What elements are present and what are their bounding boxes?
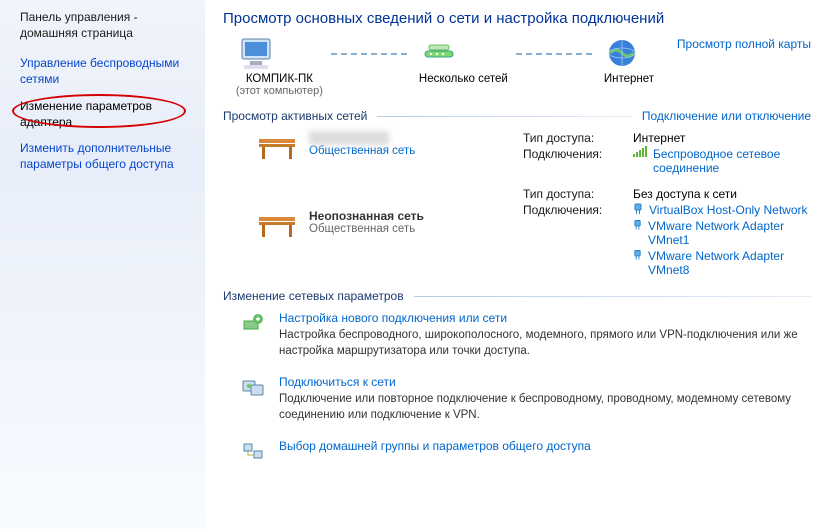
change-settings-header: Изменение сетевых параметров xyxy=(223,289,811,303)
access-value: Без доступа к сети xyxy=(633,187,811,201)
pc-sublabel: (этот компьютер) xyxy=(236,85,323,97)
pc-node: КОМПИК-ПК (этот компьютер) xyxy=(236,37,323,97)
pc-name: КОМПИК-ПК xyxy=(236,73,323,85)
access-value: Интернет xyxy=(633,131,811,145)
task-item: Подключиться к сети Подключение или повто… xyxy=(223,375,811,423)
network-entry: Неопознанная сеть Общественная сеть Тип … xyxy=(223,187,811,279)
networks-node: Несколько сетей xyxy=(419,37,508,97)
task-item: Настройка нового подключения или сети Нас… xyxy=(223,311,811,359)
page-title: Просмотр основных сведений о сети и наст… xyxy=(223,10,811,27)
section-label: Просмотр активных сетей xyxy=(223,109,367,123)
task-icon xyxy=(241,375,265,399)
networks-icon xyxy=(419,37,459,73)
sidebar-link-label: Изменение параметров адаптера xyxy=(20,99,152,129)
bench-icon xyxy=(257,135,297,161)
plug-icon xyxy=(633,203,643,215)
section-label: Изменение сетевых параметров xyxy=(223,289,404,303)
network-type-link[interactable]: Общественная сеть xyxy=(309,145,415,157)
task-icon xyxy=(241,311,265,335)
bench-icon xyxy=(257,213,297,239)
active-networks-header: Просмотр активных сетей Подключение или … xyxy=(223,109,811,123)
internet-node: Интернет xyxy=(604,37,654,97)
task-title-link[interactable]: Подключиться к сети xyxy=(279,375,811,389)
connect-disconnect-link[interactable]: Подключение или отключение xyxy=(642,109,811,123)
task-item: Выбор домашней группы и параметров общег… xyxy=(223,439,811,463)
connection-link[interactable]: VMware Network Adapter VMnet1 xyxy=(633,219,811,247)
task-icon xyxy=(241,439,265,463)
network-map: КОМПИК-ПК (этот компьютер) Несколько сет… xyxy=(223,37,667,97)
network-name: Неопознанная сеть xyxy=(309,209,424,223)
task-title-link[interactable]: Настройка нового подключения или сети xyxy=(279,311,811,325)
task-title-link[interactable]: Выбор домашней группы и параметров общег… xyxy=(279,439,591,453)
connection-link[interactable]: Беспроводное сетевое соединение xyxy=(633,147,811,175)
computer-icon xyxy=(236,37,276,73)
plug-icon xyxy=(633,249,642,261)
sidebar-advanced-sharing-link[interactable]: Изменить дополнительные параметры общего… xyxy=(20,140,193,172)
sidebar: Панель управления - домашняя страница Уп… xyxy=(0,0,205,529)
full-map-link[interactable]: Просмотр полной карты xyxy=(677,37,811,51)
control-panel-home-link[interactable]: Панель управления - домашняя страница xyxy=(20,10,193,41)
connection-label: VMware Network Adapter VMnet8 xyxy=(648,249,811,277)
map-connector xyxy=(516,53,596,55)
task-description: Подключение или повторное подключение к … xyxy=(279,392,811,423)
connection-label: VirtualBox Host-Only Network xyxy=(649,203,808,217)
globe-icon xyxy=(604,37,640,73)
sidebar-adapter-settings-link[interactable]: Изменение параметров адаптера xyxy=(20,98,193,130)
map-connector xyxy=(331,53,411,55)
connection-link[interactable]: VirtualBox Host-Only Network xyxy=(633,203,811,217)
connection-link[interactable]: VMware Network Adapter VMnet8 xyxy=(633,249,811,277)
networks-label: Несколько сетей xyxy=(419,73,508,85)
network-name-hidden xyxy=(309,131,389,145)
main-content: Просмотр основных сведений о сети и наст… xyxy=(205,0,831,529)
internet-label: Интернет xyxy=(604,73,654,85)
network-entry: Общественная сеть Тип доступа:Интернет П… xyxy=(223,131,811,177)
signal-icon xyxy=(633,147,647,157)
plug-icon xyxy=(633,219,642,231)
connection-label: VMware Network Adapter VMnet1 xyxy=(648,219,811,247)
connection-label: Беспроводное сетевое соединение xyxy=(653,147,811,175)
connections-label: Подключения: xyxy=(523,203,633,217)
connections-label: Подключения: xyxy=(523,147,633,161)
access-label: Тип доступа: xyxy=(523,187,633,201)
sidebar-wireless-link[interactable]: Управление беспроводными сетями xyxy=(20,55,193,87)
task-description: Настройка беспроводного, широкополосного… xyxy=(279,328,811,359)
network-type: Общественная сеть xyxy=(309,223,424,235)
access-label: Тип доступа: xyxy=(523,131,633,145)
